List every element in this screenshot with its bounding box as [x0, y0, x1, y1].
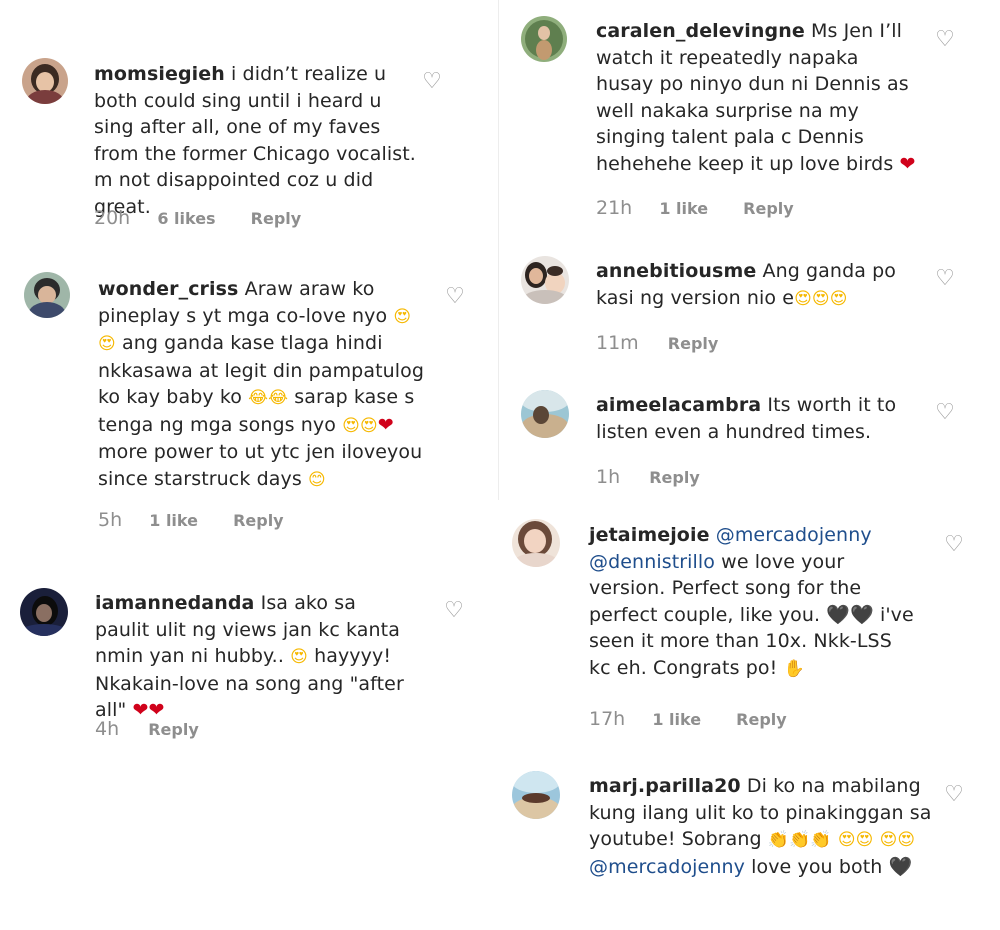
comment-body: jetaimejoie @mercadojenny @dennistrillo … [589, 522, 919, 682]
comment-meta: 21h 1 like Reply [596, 197, 794, 219]
like-heart-icon[interactable]: ♡ [943, 534, 965, 556]
comment: momsiegieh i didn’t realize u both could… [0, 0, 498, 250]
comment-meta: 5h 1 like Reply [98, 509, 284, 531]
reply-button[interactable]: Reply [736, 710, 787, 729]
comment: aimeelacambra Its worth it to listen eve… [499, 370, 1000, 500]
comment-meta: 1h Reply [596, 466, 700, 488]
reply-button[interactable]: Reply [743, 199, 794, 218]
reply-button[interactable]: Reply [668, 334, 719, 353]
avatar[interactable] [521, 16, 567, 62]
comment: wonder_criss Araw araw ko pineplay s yt … [0, 250, 498, 550]
comment: annebitiousme Ang ganda po kasi ng versi… [499, 240, 1000, 370]
comment-likes[interactable]: 1 like [659, 199, 708, 218]
comment-body: aimeelacambra Its worth it to listen eve… [596, 392, 926, 445]
comment-time[interactable]: 1h [596, 466, 620, 488]
comment-meta: 17h 1 like Reply [589, 708, 787, 730]
reply-button[interactable]: Reply [233, 511, 284, 530]
reply-button[interactable]: Reply [251, 209, 302, 228]
avatar[interactable] [24, 272, 70, 318]
like-heart-icon[interactable]: ♡ [943, 784, 965, 806]
comment-body: caralen_delevingne Ms Jen I’ll watch it … [596, 18, 918, 177]
mention-link[interactable]: @dennistrillo [589, 551, 715, 573]
like-heart-icon[interactable]: ♡ [421, 71, 443, 93]
comment: marj.parilla20 Di ko na mabilang kung il… [499, 755, 1000, 930]
comment-username[interactable]: caralen_delevingne [596, 20, 805, 42]
comment-username[interactable]: annebitiousme [596, 260, 756, 282]
mention-link[interactable]: @mercadojenny [716, 524, 872, 546]
comment-text: @mercadojenny @dennistrillo we love your… [589, 524, 914, 679]
comment-likes[interactable]: 1 like [149, 511, 198, 530]
comment-time[interactable]: 17h [589, 708, 625, 730]
avatar[interactable] [512, 519, 560, 567]
avatar[interactable] [521, 390, 569, 438]
comment-body: marj.parilla20 Di ko na mabilang kung il… [589, 773, 934, 880]
like-heart-icon[interactable]: ♡ [934, 29, 956, 51]
avatar[interactable] [20, 588, 68, 636]
comment-text: Ms Jen I’ll watch it repeatedly napaka h… [596, 20, 916, 175]
comment-likes[interactable]: 1 like [652, 710, 701, 729]
comment-meta: 4h Reply [95, 718, 199, 740]
mention-link[interactable]: @mercadojenny [589, 856, 745, 878]
comment-username[interactable]: momsiegieh [94, 63, 225, 85]
reply-button[interactable]: Reply [148, 720, 199, 739]
like-heart-icon[interactable]: ♡ [443, 600, 465, 622]
comment-body: annebitiousme Ang ganda po kasi ng versi… [596, 258, 926, 312]
comment-username[interactable]: jetaimejoie [589, 524, 710, 546]
like-heart-icon[interactable]: ♡ [934, 402, 956, 424]
comment-body: momsiegieh i didn’t realize u both could… [94, 61, 424, 220]
comment-time[interactable]: 11m [596, 332, 639, 354]
comment-username[interactable]: aimeelacambra [596, 394, 761, 416]
comment-username[interactable]: marj.parilla20 [589, 775, 741, 797]
comment-time[interactable]: 20h [94, 207, 130, 229]
comment-text: i didn’t realize u both could sing until… [94, 63, 416, 218]
comment-time[interactable]: 21h [596, 197, 632, 219]
comment-body: wonder_criss Araw araw ko pineplay s yt … [98, 276, 428, 493]
comment: caralen_delevingne Ms Jen I’ll watch it … [499, 0, 1000, 240]
reply-button[interactable]: Reply [649, 468, 700, 487]
comment-time[interactable]: 5h [98, 509, 122, 531]
comment-meta: 11m Reply [596, 332, 718, 354]
avatar[interactable] [22, 58, 68, 104]
comment-username[interactable]: wonder_criss [98, 278, 238, 300]
comment-meta: 20h 6 likes Reply [94, 207, 301, 229]
comment-likes[interactable]: 6 likes [157, 209, 215, 228]
comment-body: iamannedanda Isa ako sa paulit ulit ng v… [95, 590, 415, 724]
comment-username[interactable]: iamannedanda [95, 592, 254, 614]
comment: jetaimejoie @mercadojenny @dennistrillo … [499, 505, 1000, 755]
like-heart-icon[interactable]: ♡ [934, 268, 956, 290]
comment: iamannedanda Isa ako sa paulit ulit ng v… [0, 570, 498, 770]
comment-text: Araw araw ko pineplay s yt mga co-love n… [98, 278, 425, 490]
like-heart-icon[interactable]: ♡ [444, 286, 466, 308]
comment-time[interactable]: 4h [95, 718, 119, 740]
avatar[interactable] [521, 256, 569, 304]
avatar[interactable] [512, 771, 560, 819]
